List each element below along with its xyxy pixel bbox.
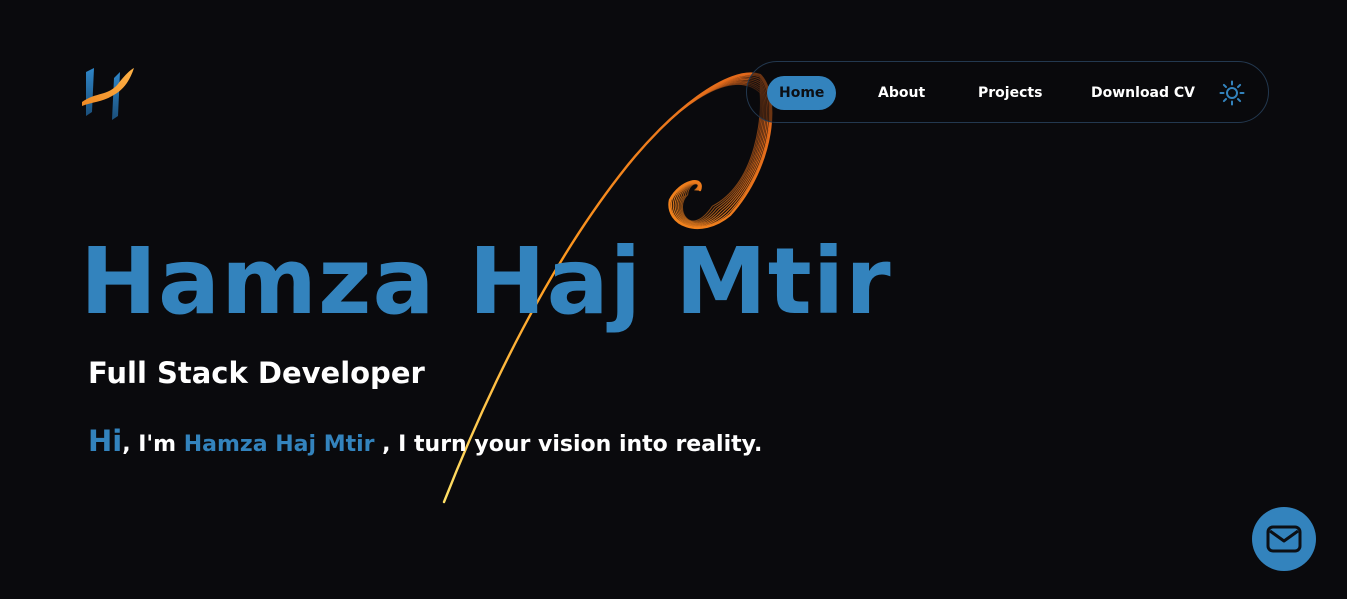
nav-home[interactable]: Home [767, 76, 837, 110]
hero-role: Full Stack Developer [88, 356, 425, 390]
tagline-tail: , I turn your vision into reality. [374, 432, 763, 457]
hero-name: Hamza Haj Mtir [80, 228, 892, 335]
tagline-name: Hamza Haj Mtir [183, 432, 375, 457]
top-navbar: Home About Projects Download CV [746, 61, 1269, 123]
contact-button[interactable] [1252, 507, 1316, 571]
page: Home About Projects Download CV Hamza Ha [0, 0, 1347, 599]
hero-tagline: Hi, I'm Hamza Haj Mtir , I turn your vis… [88, 424, 762, 458]
site-logo[interactable] [78, 62, 138, 124]
sun-icon [1219, 80, 1245, 106]
theme-toggle-button[interactable] [1219, 80, 1245, 106]
mail-icon [1266, 525, 1302, 553]
tagline-hi: Hi [88, 424, 123, 458]
logo-icon [82, 68, 134, 120]
nav-projects[interactable]: Projects [978, 76, 1042, 110]
tagline-intro: , I'm [122, 432, 184, 457]
nav-download-cv[interactable]: Download CV [1091, 76, 1195, 110]
nav-about[interactable]: About [878, 76, 925, 110]
